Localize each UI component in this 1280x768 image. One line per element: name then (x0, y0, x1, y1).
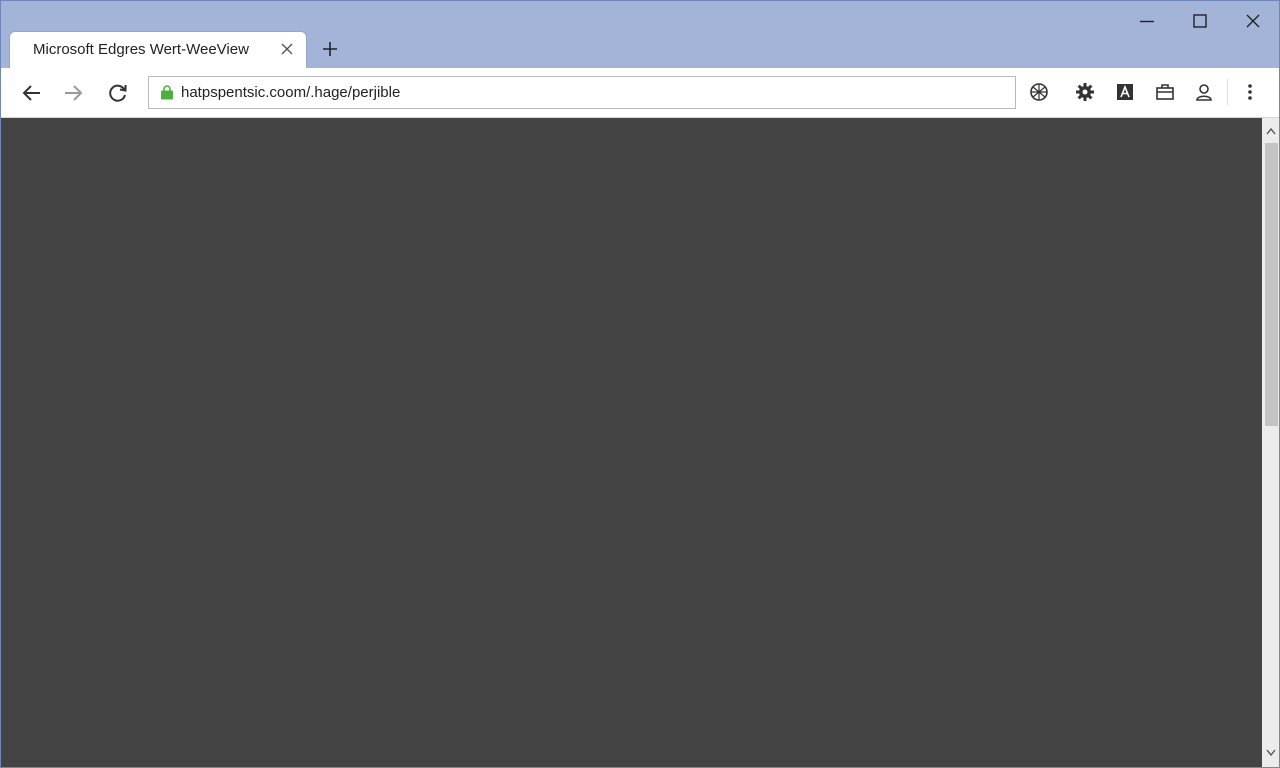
page-content-area[interactable] (1, 118, 1262, 767)
vertical-scrollbar[interactable] (1262, 118, 1279, 767)
scroll-down-icon[interactable] (1262, 744, 1279, 761)
more-menu-icon[interactable] (1238, 80, 1262, 104)
toolbar-divider (1227, 79, 1228, 105)
back-arrow-icon[interactable] (18, 80, 44, 106)
gear-icon[interactable] (1073, 80, 1097, 104)
window-controls (1120, 1, 1279, 41)
lock-icon (161, 85, 173, 100)
briefcase-icon[interactable] (1153, 80, 1177, 104)
maximize-icon[interactable] (1173, 1, 1226, 41)
minimize-icon[interactable] (1120, 1, 1173, 41)
tab-title: Microsoft Edgres Wert-WeeView (33, 41, 249, 58)
url-input[interactable] (181, 81, 1001, 103)
new-tab-button[interactable] (319, 38, 341, 60)
browser-window: Microsoft Edgres Wert-WeeView (0, 0, 1280, 768)
title-bar: Microsoft Edgres Wert-WeeView (1, 1, 1279, 69)
navigation-toolbar (1, 68, 1279, 118)
active-tab[interactable]: Microsoft Edgres Wert-WeeView (9, 31, 307, 69)
account-icon[interactable] (1192, 80, 1216, 104)
scrollbar-thumb[interactable] (1265, 143, 1278, 426)
address-bar[interactable] (148, 76, 1016, 109)
close-icon[interactable] (1226, 1, 1279, 41)
forward-arrow-icon[interactable] (61, 80, 87, 106)
tab-close-icon[interactable] (278, 40, 296, 58)
scroll-up-icon[interactable] (1262, 122, 1279, 139)
reading-icon[interactable] (1113, 80, 1137, 104)
globe-icon[interactable] (1027, 80, 1051, 104)
reload-icon[interactable] (105, 80, 131, 106)
